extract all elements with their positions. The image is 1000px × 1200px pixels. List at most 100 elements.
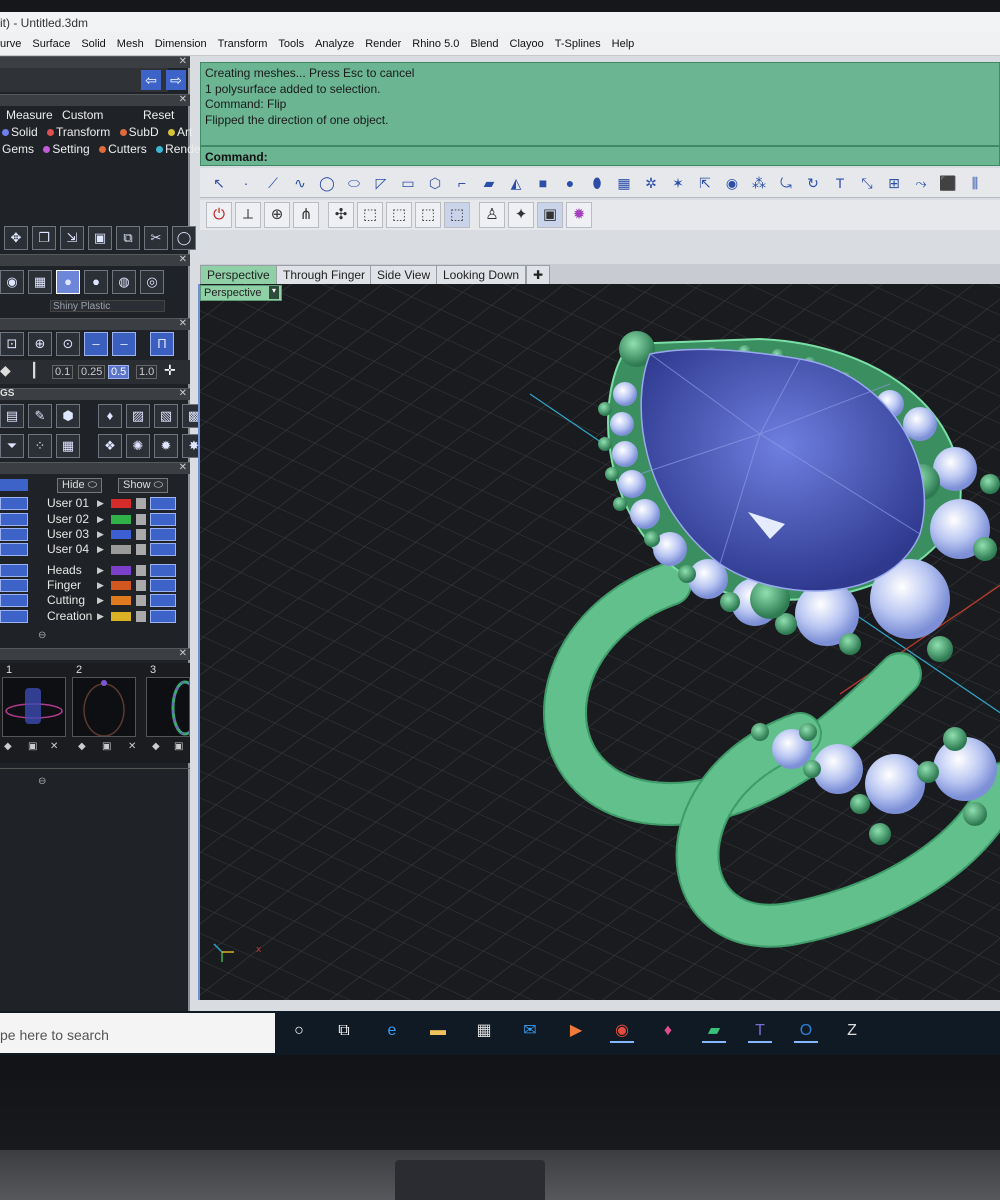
close-icon[interactable]: ✕ [179, 56, 187, 67]
tab-art[interactable]: Art [167, 125, 192, 139]
rotate-icon[interactable]: ↻ [802, 172, 824, 194]
lock-icon[interactable] [136, 580, 146, 591]
setting-icon[interactable]: ❖ [98, 434, 122, 458]
app-icon[interactable]: ▰ [702, 1019, 726, 1043]
wrench-icon[interactable]: ✦ [508, 202, 534, 228]
teams-icon[interactable]: T [748, 1019, 772, 1043]
viewport-label[interactable]: Perspective ▾ [200, 285, 282, 301]
power-icon[interactable]: ⏻ [206, 202, 232, 228]
viewport-perspective[interactable]: x [198, 284, 1000, 1000]
box-icon[interactable]: ■ [532, 172, 554, 194]
layer-visible-toggle[interactable] [150, 594, 176, 607]
layer-color-swatch[interactable] [110, 565, 132, 576]
value-button[interactable]: 1.0 [136, 365, 158, 379]
save-icon[interactable]: ▣ [28, 741, 37, 752]
close-icon[interactable]: ✕ [179, 254, 187, 265]
chevron-right-icon[interactable]: ▶ [97, 514, 104, 525]
tab-transform[interactable]: Transform [47, 125, 110, 139]
array-icon[interactable]: ▣ [88, 226, 112, 250]
lock-icon[interactable] [136, 514, 146, 525]
material-sphere-icon[interactable]: ● [56, 270, 80, 294]
layer-visible-toggle[interactable] [150, 579, 176, 592]
mesh-icon[interactable]: ▦ [613, 172, 635, 194]
save-icon[interactable]: ▣ [174, 741, 183, 752]
tab-reset[interactable]: Reset [143, 108, 174, 122]
setting-icon[interactable]: ✺ [126, 434, 150, 458]
menu-rhino5[interactable]: Rhino 5.0 [412, 38, 459, 50]
thumbnail[interactable]: 1 [2, 664, 66, 737]
menu-help[interactable]: Help [612, 38, 635, 50]
tab-setting[interactable]: Setting [43, 142, 90, 156]
boolean-diff-icon[interactable]: ⁂ [748, 172, 770, 194]
crosshair-icon[interactable]: ✛ [164, 362, 176, 379]
tab-subd[interactable]: SubD [119, 125, 159, 139]
add-icon[interactable]: ◆ [78, 741, 86, 752]
layer-color-swatch[interactable] [110, 529, 132, 540]
menu-mesh[interactable]: Mesh [117, 38, 144, 50]
join-icon[interactable]: ⤿ [775, 172, 797, 194]
tab-gems[interactable]: Gems [2, 142, 34, 156]
edge-icon[interactable]: e [380, 1019, 404, 1043]
close-icon[interactable]: ✕ [179, 388, 187, 399]
layer-row[interactable]: Cutting ▶ [0, 593, 190, 608]
chart-icon[interactable]: ⫼ [964, 172, 986, 194]
sphere-icon[interactable]: ● [559, 172, 581, 194]
material-sphere-icon[interactable]: ◎ [140, 270, 164, 294]
material-swatch-icon[interactable]: ◉ [0, 270, 24, 294]
layer-row[interactable]: User 01 ▶ [0, 496, 190, 511]
curve-icon[interactable]: ∿ [289, 172, 311, 194]
nodes-icon[interactable]: ⋔ [293, 202, 319, 228]
tab-custom[interactable]: Custom [62, 108, 103, 122]
text-icon[interactable]: T [829, 172, 851, 194]
move-icon[interactable]: ✥ [4, 226, 28, 250]
target-icon[interactable]: ⊕ [28, 332, 52, 356]
document-icon[interactable]: ▤ [0, 404, 24, 428]
layer-visible-toggle[interactable] [150, 543, 176, 556]
extrude-icon[interactable]: ◭ [505, 172, 527, 194]
rectangle-icon[interactable]: ▭ [397, 172, 419, 194]
layer-toggle[interactable] [0, 479, 28, 491]
menu-transform[interactable]: Transform [218, 38, 268, 50]
gear-icon[interactable]: ✹ [566, 202, 592, 228]
chrome-icon[interactable]: ◉ [610, 1019, 634, 1043]
layer-toggle[interactable] [0, 543, 28, 556]
close-icon[interactable]: ✕ [179, 462, 187, 473]
setting-icon[interactable]: ✹ [154, 434, 178, 458]
gear-icon[interactable]: ✲ [640, 172, 662, 194]
grid-icon[interactable]: ▦ [56, 434, 80, 458]
chevron-right-icon[interactable]: ▶ [97, 565, 104, 576]
value-button[interactable]: 0.1 [52, 365, 74, 379]
chevron-down-icon[interactable]: ▾ [269, 286, 279, 299]
layer-toggle[interactable] [0, 594, 28, 607]
array-icon[interactable]: ⊞ [883, 172, 905, 194]
cylinder-icon[interactable]: ⬮ [586, 172, 608, 194]
tab-render[interactable]: Render [156, 142, 204, 156]
value-button-selected[interactable]: 0.5 [108, 365, 130, 379]
tab-through-finger[interactable]: Through Finger [276, 265, 373, 284]
menu-tools[interactable]: Tools [278, 38, 304, 50]
lock-icon[interactable] [136, 611, 146, 622]
scroll-down-icon[interactable]: ⊖ [38, 630, 46, 641]
menu-analyze[interactable]: Analyze [315, 38, 354, 50]
globe-icon[interactable]: ⊕ [264, 202, 290, 228]
add-icon[interactable]: ◆ [4, 741, 12, 752]
chevron-right-icon[interactable]: ▶ [97, 580, 104, 591]
cube-view-icon[interactable]: ⬚ [386, 202, 412, 228]
layer-row[interactable]: User 02 ▶ [0, 512, 190, 527]
pin-icon[interactable]: ┃ [30, 362, 38, 379]
layer-row[interactable]: User 04 ▶ [0, 542, 190, 557]
flow-icon[interactable]: ⤳ [910, 172, 932, 194]
copy-icon[interactable]: ❐ [32, 226, 56, 250]
layer-color-swatch[interactable] [110, 611, 132, 622]
tab-side-view[interactable]: Side View [370, 265, 438, 284]
close-icon[interactable]: ✕ [50, 741, 58, 752]
layer-toggle[interactable] [0, 513, 28, 526]
chevron-right-icon[interactable]: ▶ [97, 529, 104, 540]
thumbnail[interactable]: 2 [72, 664, 136, 737]
line-icon[interactable]: – [84, 332, 108, 356]
close-icon[interactable]: ✕ [179, 94, 187, 105]
forward-arrow-icon[interactable]: ⇨ [166, 70, 186, 90]
scale-icon[interactable]: ⇲ [60, 226, 84, 250]
tab-perspective[interactable]: Perspective [200, 265, 277, 284]
pillar-icon[interactable]: Π [150, 332, 174, 356]
